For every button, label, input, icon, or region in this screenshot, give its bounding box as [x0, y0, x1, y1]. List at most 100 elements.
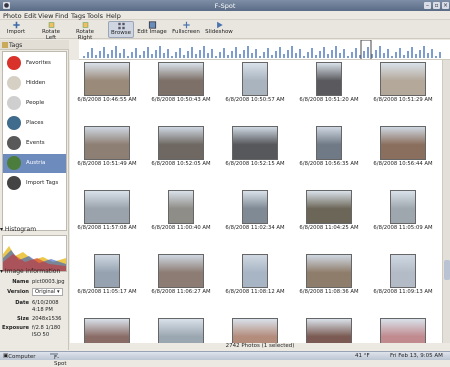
photo-thumbnail[interactable]	[242, 190, 268, 224]
photo-thumbnail-cell[interactable]: 6/8/2008 11:05:09 AM	[366, 189, 440, 245]
photo-thumbnail-cell[interactable]: 6/8/2008 10:51:29 AM	[366, 61, 440, 117]
rotate-left-button[interactable]: Rotate Left	[36, 21, 66, 41]
version-select[interactable]: Original ▾	[32, 288, 63, 296]
edit-image-button[interactable]: Edit Image	[137, 21, 167, 38]
photo-thumbnail[interactable]	[316, 126, 342, 160]
photo-thumbnail[interactable]	[306, 318, 352, 343]
photo-thumbnail-cell[interactable]: 6/8/2008 11:06:27 AM	[144, 253, 218, 309]
photo-thumbnail[interactable]	[158, 254, 204, 288]
photo-thumbnail-cell[interactable]: 6/8/2008 11:08:12 AM	[218, 253, 292, 309]
photo-thumbnail[interactable]	[306, 254, 352, 288]
photo-thumbnail-cell[interactable]	[144, 317, 218, 343]
photo-thumbnail[interactable]	[158, 126, 204, 160]
photo-thumbnail[interactable]	[84, 126, 130, 160]
info-name-key: Name	[12, 279, 29, 285]
photo-thumbnail-cell[interactable]: 6/8/2008 10:56:44 AM	[366, 125, 440, 181]
photo-timestamp: 6/8/2008 10:51:20 AM	[299, 97, 359, 103]
photo-thumbnail[interactable]	[306, 190, 352, 224]
photo-thumbnail[interactable]	[380, 62, 426, 96]
photo-thumbnail-cell[interactable]: 6/8/2008 11:57:08 AM	[70, 189, 144, 245]
maximize-icon[interactable]: ▫	[433, 2, 440, 9]
photo-thumbnail[interactable]	[84, 318, 130, 343]
menu-tools[interactable]: Tools	[87, 12, 103, 20]
timeline-bar-mark	[167, 49, 169, 58]
timeline-bar-mark	[243, 50, 245, 58]
timeline-bar-mark	[139, 55, 141, 58]
photo-thumbnail[interactable]	[390, 254, 416, 288]
taskbar-fspot-button[interactable]: F-Spot	[50, 353, 67, 367]
rotate-right-button[interactable]: Rotate Right	[68, 21, 102, 41]
photo-timestamp: 6/8/2008 11:09:13 AM	[373, 289, 433, 295]
photo-thumbnail-cell[interactable]: 6/8/2008 11:05:17 AM	[70, 253, 144, 309]
photo-thumbnail[interactable]	[232, 318, 278, 343]
timeline-bar-mark	[151, 54, 153, 58]
tag-item-favorites[interactable]: Favorites	[3, 54, 66, 73]
photo-thumbnail-cell[interactable]	[70, 317, 144, 343]
events-icon	[7, 136, 21, 150]
tag-item-places[interactable]: Places	[3, 114, 66, 133]
photo-thumbnail[interactable]	[84, 190, 130, 224]
photo-thumbnail-cell[interactable]: 6/8/2008 11:04:25 AM	[292, 189, 366, 245]
slideshow-icon	[216, 21, 223, 29]
photo-thumbnail-cell[interactable]: 6/8/2008 11:08:36 AM	[292, 253, 366, 309]
timeline-bar-mark	[255, 49, 257, 58]
photo-thumbnail[interactable]	[158, 62, 204, 96]
photo-thumbnail[interactable]	[380, 318, 426, 343]
tag-item-people[interactable]: People	[3, 94, 66, 113]
vertical-scrollbar[interactable]	[442, 60, 450, 343]
scrollbar-thumb[interactable]	[444, 260, 450, 280]
fullscreen-button[interactable]: Fullscreen	[171, 21, 201, 38]
tag-item-austria[interactable]: Austria	[3, 154, 66, 173]
tag-item-import-tags[interactable]: Import Tags	[3, 174, 66, 193]
computer-button[interactable]: ▣ Computer	[3, 353, 36, 360]
timeline-bar-mark	[335, 46, 337, 58]
histogram-header[interactable]: ▾ Histogram	[0, 226, 69, 235]
tag-item-events[interactable]: Events	[3, 134, 66, 153]
browse-button[interactable]: Browse	[108, 21, 134, 38]
timeline-bar-mark	[231, 51, 233, 58]
photo-thumbnail-cell[interactable]: 6/8/2008 10:51:20 AM	[292, 61, 366, 117]
timeline-histogram[interactable]	[79, 40, 450, 60]
timeline-selection[interactable]	[360, 40, 372, 60]
photo-thumbnail[interactable]	[390, 190, 416, 224]
photo-thumbnail-cell[interactable]: 6/8/2008 10:56:35 AM	[292, 125, 366, 181]
photo-thumbnail[interactable]	[242, 62, 268, 96]
photo-thumbnail-cell[interactable]	[366, 317, 440, 343]
image-info-header[interactable]: ▾ Image information	[0, 268, 69, 277]
photo-thumbnail[interactable]	[94, 254, 120, 288]
photo-thumbnail-cell[interactable]: 6/8/2008 10:50:43 AM	[144, 61, 218, 117]
photo-thumbnail-cell[interactable]: 6/8/2008 10:46:55 AM	[70, 61, 144, 117]
photo-thumbnail-cell[interactable]	[292, 317, 366, 343]
edit-image-label: Edit Image	[137, 29, 167, 35]
window-menu-icon[interactable]: ●	[3, 2, 10, 9]
photo-thumbnail-cell[interactable]: 6/8/2008 10:51:49 AM	[70, 125, 144, 181]
menu-find[interactable]: Find	[55, 12, 68, 20]
tag-item-hidden[interactable]: Hidden	[3, 74, 66, 93]
photo-thumbnail[interactable]	[242, 254, 268, 288]
import-button[interactable]: Import	[4, 21, 28, 38]
photo-thumbnail[interactable]	[84, 62, 130, 96]
menu-view[interactable]: View	[38, 12, 53, 20]
photo-thumbnail[interactable]	[316, 62, 342, 96]
photo-thumbnail-cell[interactable]: 6/8/2008 10:52:15 AM	[218, 125, 292, 181]
menu-edit[interactable]: Edit	[24, 12, 37, 20]
photo-thumbnail-cell[interactable]: 6/8/2008 11:00:40 AM	[144, 189, 218, 245]
menu-tags[interactable]: Tags	[71, 12, 85, 20]
close-icon[interactable]: ×	[442, 2, 449, 9]
photo-thumbnail-cell[interactable]: 6/8/2008 11:09:13 AM	[366, 253, 440, 309]
photo-thumbnail[interactable]	[380, 126, 426, 160]
timeline-bar[interactable]	[79, 40, 450, 60]
photo-thumbnail[interactable]	[232, 126, 278, 160]
minimize-icon[interactable]: –	[424, 2, 431, 9]
menu-photo[interactable]: Photo	[3, 12, 22, 20]
photo-thumbnail-cell[interactable]: 6/8/2008 11:02:34 AM	[218, 189, 292, 245]
menu-help[interactable]: Help	[106, 12, 121, 20]
photo-thumbnail[interactable]	[168, 190, 194, 224]
photo-thumbnail-cell[interactable]	[218, 317, 292, 343]
timeline-bar-mark	[271, 55, 273, 58]
timeline-bar-mark	[123, 49, 125, 58]
photo-thumbnail-cell[interactable]: 6/8/2008 10:50:57 AM	[218, 61, 292, 117]
photo-thumbnail[interactable]	[158, 318, 204, 343]
slideshow-button[interactable]: Slideshow	[204, 21, 234, 38]
photo-thumbnail-cell[interactable]: 6/8/2008 10:52:05 AM	[144, 125, 218, 181]
